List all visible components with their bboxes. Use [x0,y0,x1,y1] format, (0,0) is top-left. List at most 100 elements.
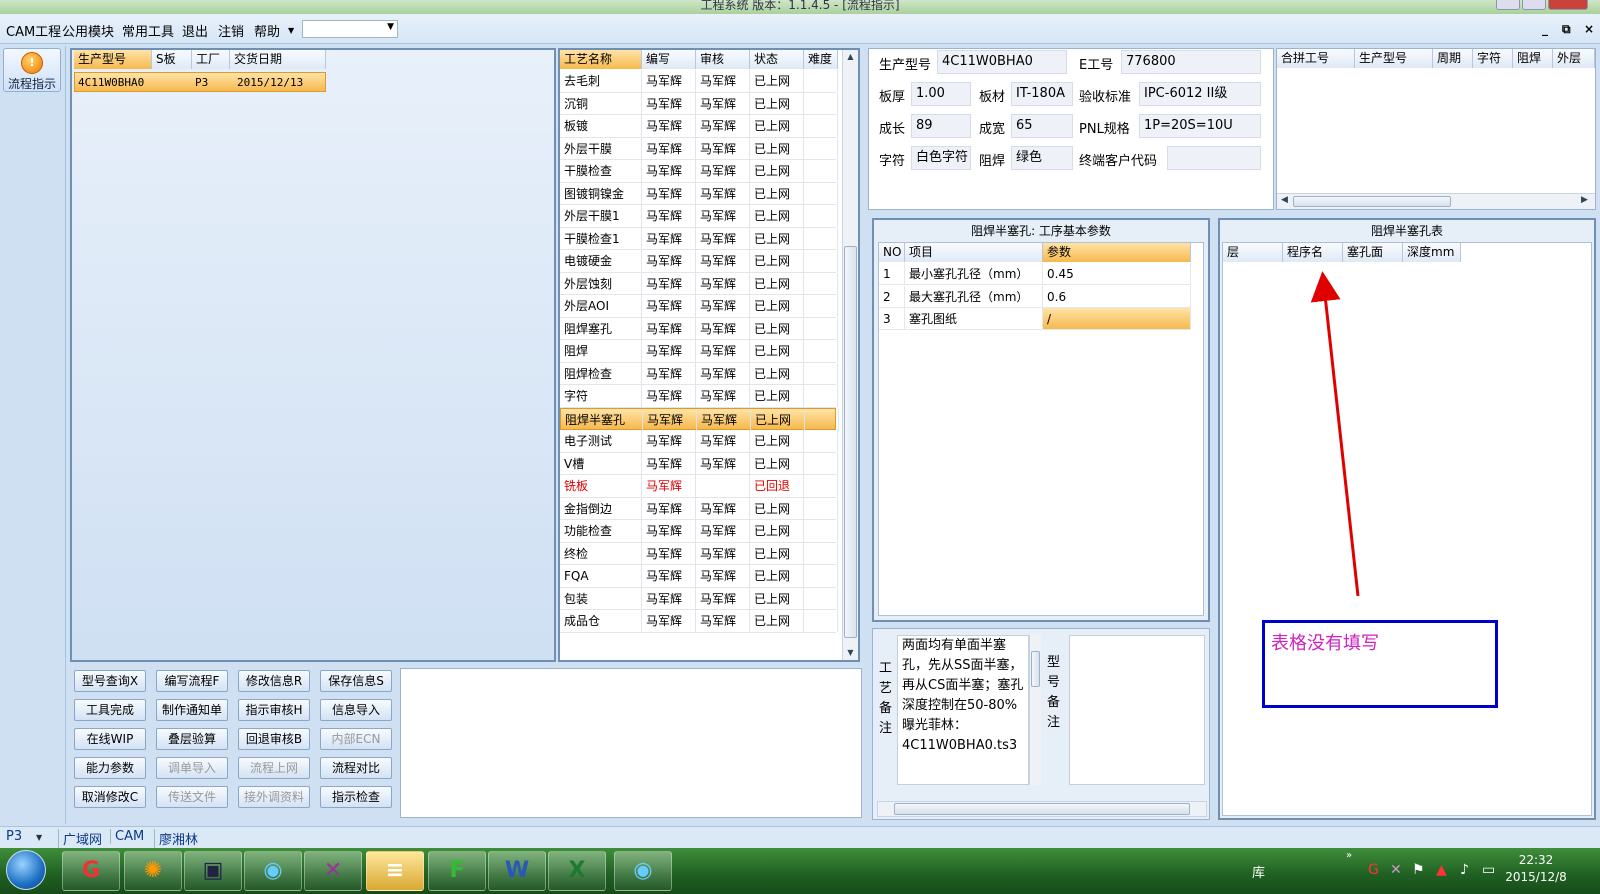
action-button[interactable]: 流程上网 [238,757,310,779]
action-button[interactable]: 保存信息S [320,670,392,692]
notes-h-scroll-thumb[interactable] [894,803,1190,815]
action-button[interactable]: 编写流程F [156,670,228,692]
standard-field[interactable]: IPC-6012 II级 [1139,82,1261,106]
merge-col-header[interactable]: 生产型号 [1355,49,1433,68]
message-box[interactable] [400,668,862,818]
excel-icon[interactable]: X [548,851,606,891]
process-row[interactable]: 电子测试 马军辉 马军辉 已上网 [560,430,838,453]
eye-app-icon[interactable]: ◉ [244,851,302,891]
process-note-text[interactable]: 两面均有单面半塞孔，先从SS面半塞，再从CS面半塞；塞孔深度控制在50-80% … [897,635,1029,785]
width-field[interactable]: 65 [1011,114,1073,138]
chevron-down-icon[interactable]: ▼ [387,22,394,32]
notes-hscrollbar[interactable] [877,801,1207,817]
action-button[interactable]: 传送文件 [156,786,228,808]
col-prod-model[interactable]: 生产型号 [74,50,152,69]
param-value[interactable]: 0.45 [1043,263,1191,285]
flow-indicator-button[interactable]: ! 流程指示 [3,48,61,92]
process-row[interactable]: 阻焊 马军辉 马军辉 已上网 [560,340,838,363]
process-row[interactable]: V槽 马军辉 马军辉 已上网 [560,452,838,475]
word-icon[interactable]: W [488,851,546,891]
col-factory[interactable]: 工厂 [192,50,230,69]
menu-exit[interactable]: 退出 [182,21,208,40]
action-button[interactable]: 信息导入 [320,699,392,721]
tray-expand-icon[interactable]: » [1346,850,1352,861]
action-button[interactable]: 回退审核B [238,728,310,750]
merge-hscrollbar[interactable]: ◀ ▶ [1277,193,1595,209]
action-button[interactable]: 叠层验算 [156,728,228,750]
action-button[interactable]: 内部ECN [320,728,392,750]
merge-col-header[interactable]: 周期 [1433,49,1473,68]
minimize-window-button[interactable] [1496,0,1520,10]
process-row[interactable]: 去毛刺 马军辉 马军辉 已上网 [560,70,838,93]
length-field[interactable]: 89 [911,114,971,138]
process-row[interactable]: 沉铜 马军辉 马军辉 已上网 [560,92,838,115]
process-row[interactable]: 板镀 马军辉 马军辉 已上网 [560,115,838,138]
scroll-left-icon[interactable]: ◀ [1281,195,1288,205]
process-row[interactable]: 阻焊检查 马军辉 马军辉 已上网 [560,362,838,385]
mdi-minimize-button[interactable]: _ [1542,22,1548,36]
process-row[interactable]: 外层蚀刻 马军辉 马军辉 已上网 [560,272,838,295]
action-button[interactable]: 型号查询X [74,670,146,692]
process-scrollbar[interactable]: ▲ ▼ [842,50,858,660]
action-button[interactable]: 能力参数 [74,757,146,779]
thickness-field[interactable]: 1.00 [911,82,971,106]
menu-logout[interactable]: 注销 [218,21,244,40]
customer-code-field[interactable] [1167,146,1261,170]
tray-g-icon[interactable]: G [1368,862,1379,878]
library-toolbar-label[interactable]: 库 [1252,862,1265,881]
col-reviewer[interactable]: 审核 [696,50,750,69]
scroll-down-icon[interactable]: ▼ [843,646,858,660]
process-row[interactable]: 外层干膜 马军辉 马军辉 已上网 [560,137,838,160]
help-dropdown-icon[interactable]: ▼ [288,26,294,35]
process-row[interactable]: 外层干膜1 马军辉 马军辉 已上网 [560,205,838,228]
volume-icon[interactable]: ♪ [1460,862,1469,878]
clock[interactable]: 22:32 2015/12/8 [1504,852,1568,886]
notepad-icon[interactable]: ≡ [366,851,424,891]
eno-field[interactable]: 776800 [1121,50,1261,74]
action-button[interactable]: 流程对比 [320,757,392,779]
merge-col-header[interactable]: 字符 [1473,49,1513,68]
process-row[interactable]: 干膜检查1 马军辉 马军辉 已上网 [560,227,838,250]
action-button[interactable]: 指示审核H [238,699,310,721]
process-row[interactable]: 包装 马军辉 马军辉 已上网 [560,587,838,610]
menu-combobox[interactable]: ▼ [302,20,398,38]
mdi-restore-button[interactable]: ⧉ [1562,22,1571,37]
eye-app-2-icon[interactable]: ◉ [614,851,672,891]
mdi-close-button[interactable]: × [1584,22,1594,36]
process-row[interactable]: 阻焊半塞孔 马军辉 马军辉 已上网 [560,407,839,431]
merge-col-header[interactable]: 合拼工号 [1277,49,1355,68]
merge-col-header[interactable]: 外层 [1553,49,1595,68]
col-s-board[interactable]: S板 [152,50,192,69]
app-g-icon[interactable]: G [62,851,120,891]
process-row[interactable]: FQA 马军辉 马军辉 已上网 [560,565,838,588]
process-row[interactable]: 图镀铜镍金 马军辉 马军辉 已上网 [560,182,838,205]
shell-icon[interactable]: ✺ [124,851,182,891]
mask-field[interactable]: 绿色 [1011,146,1073,170]
process-row[interactable]: 终检 马军辉 马军辉 已上网 [560,542,838,565]
param-value[interactable]: / [1043,308,1191,330]
action-button[interactable]: 工具完成 [74,699,146,721]
process-row[interactable]: 字符 马军辉 马军辉 已上网 [560,385,838,408]
tray-flag-icon[interactable]: ⚑ [1412,862,1425,878]
start-button[interactable] [6,850,46,890]
process-row[interactable]: 干膜检查 马军辉 马军辉 已上网 [560,160,838,183]
process-row[interactable]: 电镀硬金 马军辉 马军辉 已上网 [560,250,838,273]
order-row[interactable]: 4C11W0BHA0 P3 2015/12/13 [74,72,326,92]
process-row[interactable]: 外层AOI 马军辉 马军辉 已上网 [560,295,838,318]
process-row[interactable]: 金指倒边 马军辉 马军辉 已上网 [560,497,838,520]
model-note-text[interactable] [1069,635,1205,785]
col-process-name[interactable]: 工艺名称 [560,50,642,69]
tray-monitor-icon[interactable]: ▭ [1482,862,1495,878]
close-window-button[interactable] [1548,0,1588,10]
action-button[interactable]: 修改信息R [238,670,310,692]
prod-model-field[interactable]: 4C11W0BHA0 [937,50,1067,74]
process-row[interactable]: 铣板 马军辉 已回退 [560,475,838,498]
tray-network-icon[interactable]: ▲ [1436,862,1447,878]
maximize-window-button[interactable] [1522,0,1546,10]
note-scroll-thumb[interactable] [1031,651,1040,687]
menu-help[interactable]: 帮助 [254,21,280,40]
menu-common-tools[interactable]: 常用工具 [122,21,174,40]
h-scroll-thumb[interactable] [1293,196,1451,207]
merge-col-header[interactable]: 阻焊 [1513,49,1553,68]
col-status[interactable]: 状态 [750,50,804,69]
